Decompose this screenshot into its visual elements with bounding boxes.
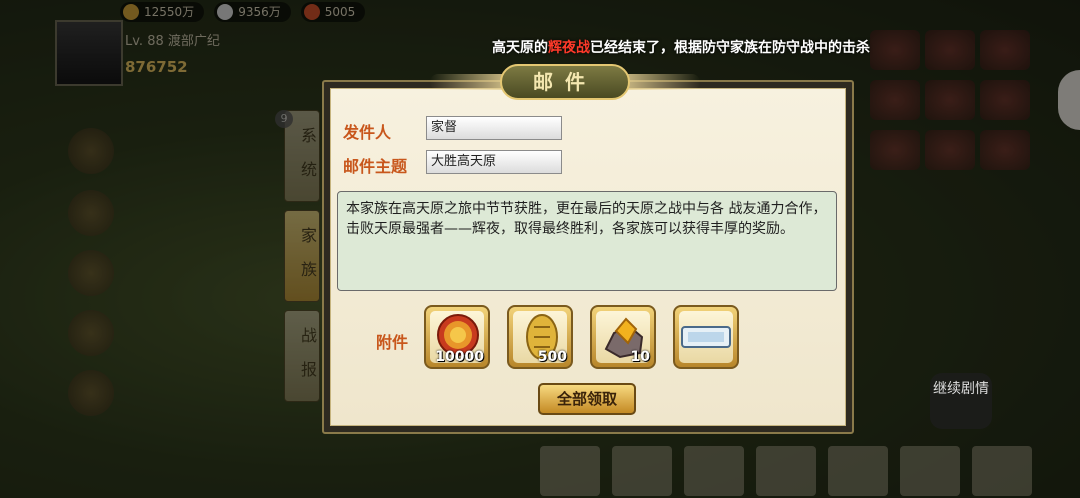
announcement-marquee: 高天原的辉夜战已经结束了，根据防守家族在防守战中的击杀 <box>492 40 870 56</box>
mail-title: 邮件 <box>500 64 630 100</box>
attachment-item[interactable] <box>673 305 739 369</box>
subject-field: 大胜高天原 <box>426 150 562 174</box>
attachment-qty: 10000 <box>435 349 484 365</box>
attachment-qty: 10 <box>630 349 650 365</box>
attachments-label: 附件 <box>376 333 409 352</box>
attachment-item[interactable]: 500 <box>507 305 573 369</box>
mail-body: 本家族在高天原之旅中节节获胜，更在最后的天原之战中与各 战友通力合作，击败天原最… <box>337 191 837 291</box>
continue-story-button[interactable]: 继续剧情 <box>930 373 992 429</box>
mail-title-banner: 邮件 <box>430 62 700 102</box>
sender-field: 家督 <box>426 116 562 140</box>
attachment-qty: 500 <box>537 349 567 365</box>
attachment-item[interactable]: 10000 <box>424 305 490 369</box>
sender-label: 发件人 <box>343 123 392 142</box>
claim-all-button[interactable]: 全部领取 <box>538 383 636 415</box>
attachment-item[interactable]: 10 <box>590 305 656 369</box>
subject-label: 邮件主题 <box>343 157 408 176</box>
ticket-icon <box>681 326 731 348</box>
